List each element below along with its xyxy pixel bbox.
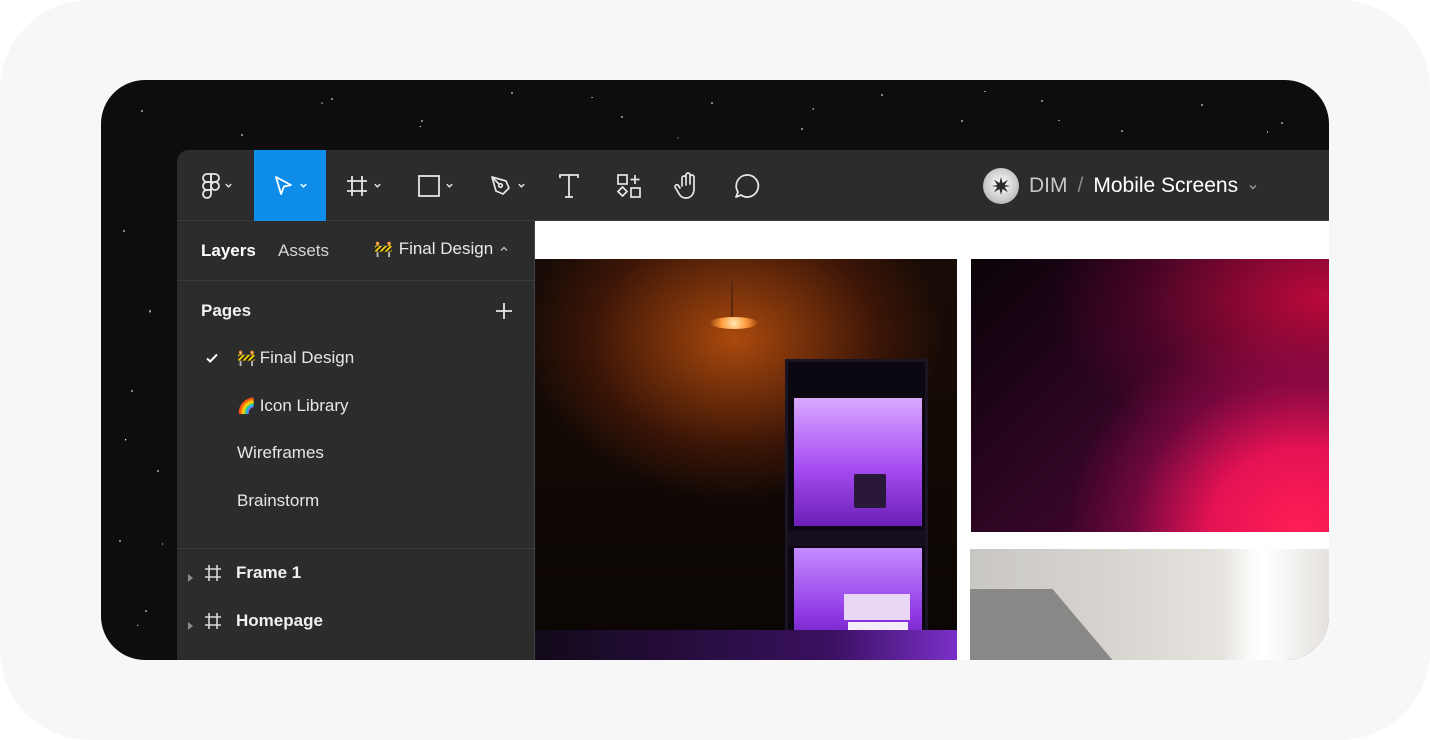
move-tool-button[interactable] xyxy=(254,150,326,221)
screenshot-frame: DIM / Mobile Screens Layers Assets 🚧 Fin… xyxy=(0,0,1430,740)
components-grid-icon xyxy=(616,173,642,199)
toolbar: DIM / Mobile Screens xyxy=(177,150,1329,221)
tab-layers[interactable]: Layers xyxy=(201,241,256,261)
pen-tool-button[interactable] xyxy=(479,150,535,221)
layer-label: Homepage xyxy=(236,611,323,630)
figma-app-window: DIM / Mobile Screens Layers Assets 🚧 Fin… xyxy=(177,150,1329,660)
page-item-brainstorm[interactable]: Brainstorm xyxy=(177,481,534,521)
frame-tool-button[interactable] xyxy=(335,150,391,221)
frame-hash-icon xyxy=(203,611,223,636)
project-team-label: DIM xyxy=(1029,173,1068,197)
construction-emoji-icon: 🚧 xyxy=(237,350,256,367)
space-background: DIM / Mobile Screens Layers Assets 🚧 Fin… xyxy=(101,80,1329,660)
shape-tool-button[interactable] xyxy=(407,150,463,221)
gradient-image-frame[interactable] xyxy=(971,259,1329,532)
page-item-icon-library[interactable]: 🌈 Icon Library xyxy=(177,386,534,426)
pages-heading: Pages xyxy=(201,301,252,320)
frame-hash-icon xyxy=(203,563,223,588)
chevron-down-icon xyxy=(373,181,382,190)
expand-triangle-icon[interactable] xyxy=(187,568,195,588)
glowing-shelf xyxy=(785,359,928,660)
panel-divider xyxy=(177,548,534,549)
team-avatar xyxy=(983,167,1019,204)
chevron-down-icon xyxy=(299,181,308,190)
page-label: Brainstorm xyxy=(237,491,320,510)
chevron-down-icon xyxy=(224,181,233,190)
wall-photo-frame[interactable] xyxy=(970,549,1329,660)
tab-assets[interactable]: Assets xyxy=(278,241,329,261)
chevron-down-icon xyxy=(1248,174,1258,198)
layer-row-homepage[interactable]: Homepage xyxy=(177,601,534,641)
resources-tool-button[interactable] xyxy=(609,150,649,221)
main-menu-button[interactable] xyxy=(185,150,249,221)
pointer-arrow-icon xyxy=(273,175,295,197)
panel-tabs: Layers Assets 🚧 Final Design xyxy=(177,221,534,281)
figma-logo-icon xyxy=(201,172,220,199)
frame-hash-icon xyxy=(345,174,369,198)
page-switcher[interactable]: 🚧 Final Design xyxy=(374,239,509,259)
rainbow-emoji-icon: 🌈 xyxy=(237,398,256,415)
project-title[interactable]: DIM / Mobile Screens xyxy=(983,150,1258,221)
rectangle-icon xyxy=(417,174,441,198)
project-separator: / xyxy=(1077,173,1084,197)
text-tool-button[interactable] xyxy=(549,150,589,221)
lamp-light xyxy=(710,317,758,329)
project-name-label: Mobile Screens xyxy=(1093,173,1239,197)
design-canvas[interactable] xyxy=(535,221,1329,660)
hand-tool-button[interactable] xyxy=(667,150,707,221)
layer-label: Frame 1 xyxy=(236,563,302,582)
plus-icon xyxy=(496,303,512,319)
page-label: Icon Library xyxy=(259,396,349,415)
page-item-wireframes[interactable]: Wireframes xyxy=(177,433,534,473)
add-page-button[interactable] xyxy=(494,301,514,321)
layer-row-frame-1[interactable]: Frame 1 xyxy=(177,553,534,593)
text-t-icon xyxy=(557,173,581,199)
hand-icon xyxy=(674,171,700,200)
room-photo-frame[interactable] xyxy=(535,259,957,660)
comment-bubble-icon xyxy=(734,173,760,199)
pen-nib-icon xyxy=(489,174,513,198)
page-switcher-label: Final Design xyxy=(398,239,494,258)
lamp-cord xyxy=(731,281,733,317)
chevron-up-icon xyxy=(499,239,509,259)
chevron-down-icon xyxy=(445,181,454,190)
checkmark-icon xyxy=(205,350,219,370)
page-label: Final Design xyxy=(259,348,355,367)
expand-triangle-icon[interactable] xyxy=(187,616,195,636)
construction-emoji-icon: 🚧 xyxy=(374,241,393,258)
comment-tool-button[interactable] xyxy=(727,150,767,221)
page-label: Wireframes xyxy=(237,443,324,462)
page-item-final-design[interactable]: 🚧 Final Design xyxy=(177,338,534,378)
chevron-down-icon xyxy=(517,181,526,190)
left-sidebar: Layers Assets 🚧 Final Design Pages 🚧 Fin… xyxy=(177,221,535,660)
starburst-icon xyxy=(992,176,1010,195)
